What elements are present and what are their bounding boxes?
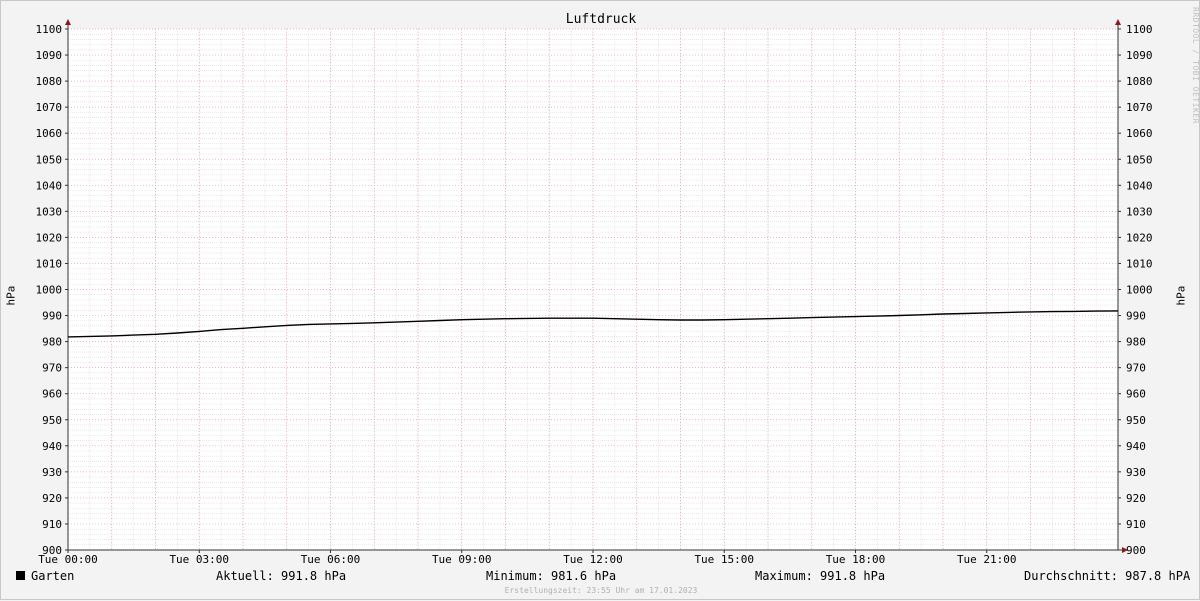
- y-tick-label-right: 1060: [1126, 127, 1153, 140]
- x-tick-label: Tue 15:00: [694, 553, 754, 566]
- y-tick-label-right: 900: [1126, 544, 1146, 557]
- y-tick-label-left: 910: [42, 518, 62, 531]
- y-tick-label-right: 1040: [1126, 179, 1153, 192]
- y-tick-label-left: 1090: [36, 49, 63, 62]
- watermark: RRDTOOL / TOBI OETIKER: [1191, 7, 1200, 124]
- y-tick-label-left: 980: [42, 336, 62, 349]
- y-tick-label-right: 910: [1126, 518, 1146, 531]
- y-tick-label-left: 1020: [36, 231, 63, 244]
- y-tick-label-left: 930: [42, 466, 62, 479]
- y-tick-label-left: 1010: [36, 257, 63, 270]
- y-tick-label-right: 930: [1126, 466, 1146, 479]
- y-tick-label-left: 990: [42, 310, 62, 323]
- y-tick-label-left: 970: [42, 362, 62, 375]
- y-tick-label-right: 1080: [1126, 75, 1153, 88]
- legend-average: Durchschnitt: 987.8 hPA: [1024, 569, 1191, 583]
- y-tick-label-right: 970: [1126, 362, 1146, 375]
- y-tick-label-left: 950: [42, 414, 62, 427]
- y-tick-label-right: 1050: [1126, 153, 1153, 166]
- chart-frame: 900 900 910 910 920 920 930 930 940 940 950 950 960 9…: [0, 0, 1200, 600]
- x-tick-label: Tue 12:00: [563, 553, 623, 566]
- x-tick-label: Tue 06:00: [301, 553, 361, 566]
- y-tick-label-left: 940: [42, 440, 62, 453]
- y-tick-label-right: 950: [1126, 414, 1146, 427]
- footer-timestamp: Erstellungszeit: 23:55 Uhr am 17.01.2023: [504, 586, 698, 595]
- y-tick-label-right: 920: [1126, 492, 1146, 505]
- y-tick-label-right: 1000: [1126, 284, 1153, 297]
- y-tick-label-left: 960: [42, 388, 62, 401]
- y-tick-label-right: 1090: [1126, 49, 1153, 62]
- y-axis-label-right: hPa: [1174, 285, 1188, 306]
- y-tick-label-left: 1070: [36, 101, 63, 114]
- y-tick-label-left: 1000: [36, 284, 63, 297]
- y-tick-label-right: 980: [1126, 336, 1146, 349]
- y-tick-label-left: 1030: [36, 205, 63, 218]
- y-axis-label-left: hPa: [4, 285, 18, 306]
- legend-series-name: Garten: [31, 569, 75, 583]
- x-tick-label: Tue 18:00: [826, 553, 886, 566]
- y-tick-label-right: 1070: [1126, 101, 1153, 114]
- y-tick-label-left: 920: [42, 492, 62, 505]
- y-tick-label-left: 1080: [36, 75, 63, 88]
- x-tick-label: Tue 00:00: [38, 553, 98, 566]
- y-tick-label-right: 1010: [1126, 257, 1153, 270]
- chart-canvas: 900 900910 910920 920930 930940 940950 950960 9…: [36, 19, 1153, 566]
- y-tick-label-right: 960: [1126, 388, 1146, 401]
- legend-swatch: [16, 571, 25, 580]
- y-tick-label-left: 1060: [36, 127, 63, 140]
- legend-current: Aktuell: 991.8 hPa: [216, 569, 347, 583]
- legend: Garten Aktuell: 991.8 hPa Minimum: 981.6…: [1, 569, 1200, 585]
- chart-title: Luftdruck: [565, 12, 637, 27]
- y-tick-label-left: 1050: [36, 153, 63, 166]
- x-tick-label: Tue 03:00: [169, 553, 229, 566]
- y-tick-label-left: 1040: [36, 179, 63, 192]
- y-tick-label-right: 1030: [1126, 205, 1153, 218]
- legend-minimum: Minimum: 981.6 hPa: [486, 569, 617, 583]
- y-tick-label-right: 990: [1126, 310, 1146, 323]
- y-tick-label-right: 940: [1126, 440, 1146, 453]
- y-tick-label-right: 1020: [1126, 231, 1153, 244]
- x-tick-label: Tue 21:00: [957, 553, 1017, 566]
- legend-maximum: Maximum: 991.8 hPa: [755, 569, 886, 583]
- x-tick-label: Tue 09:00: [432, 553, 492, 566]
